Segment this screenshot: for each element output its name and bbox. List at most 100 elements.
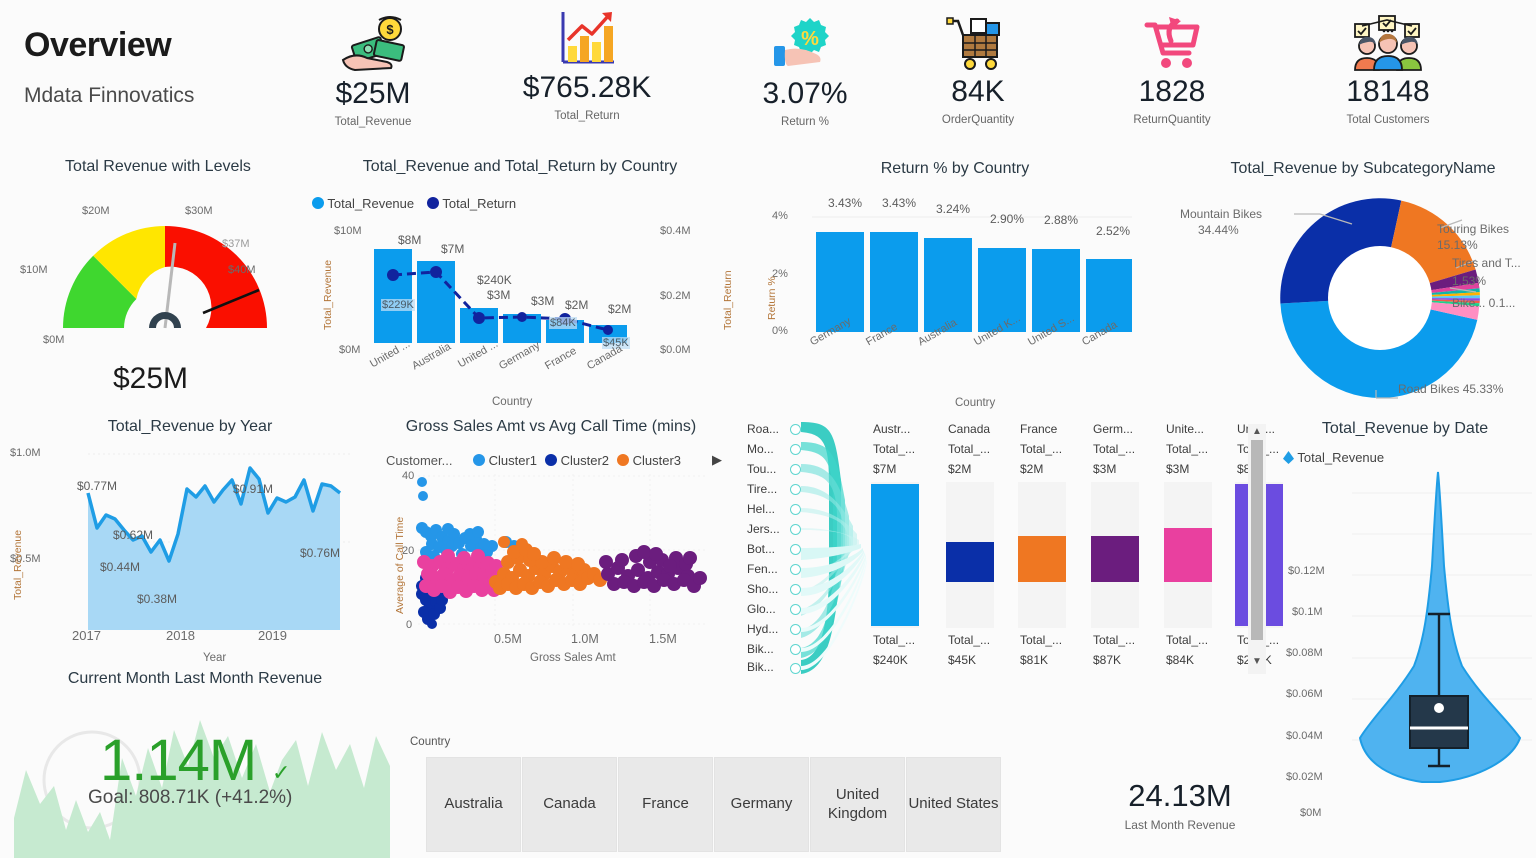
sankey-node-toggle-3[interactable] <box>790 484 801 495</box>
chevron-up-icon[interactable]: ▲ <box>1252 426 1262 437</box>
sankey-node-toggle-6[interactable] <box>790 544 801 555</box>
return-pct-x-axis-title: Country <box>955 397 996 409</box>
violin-legend[interactable]: Total_Revenue <box>1283 450 1384 465</box>
slicer-item-united-states[interactable]: United States <box>906 757 1001 852</box>
sankey-node-3[interactable]: Tire... <box>747 482 777 496</box>
area-label-0: $0.77M <box>77 479 118 493</box>
sankey-col-1-bar[interactable] <box>946 542 994 582</box>
violin-ytick-012: $0.12M <box>1288 565 1325 577</box>
sankey-col-3-bar[interactable] <box>1091 536 1139 582</box>
legend-label: Cluster3 <box>632 453 682 468</box>
sankey-col-3-bottom-value: $87K <box>1093 653 1122 667</box>
sankey-node-8[interactable]: Sho... <box>747 582 778 596</box>
slicer-label: Country <box>410 736 451 748</box>
kpi-card-return-pct[interactable]: % 3.07% Return % <box>730 14 880 128</box>
slicer-item-united-kingdom[interactable]: United Kingdom <box>810 757 905 852</box>
customers-icon <box>1313 12 1463 74</box>
month-kpi-goal: Goal: 808.71K (+41.2%) <box>88 787 293 808</box>
return-pct-label-3: 2.90% <box>990 212 1025 226</box>
sankey-node-10[interactable]: Hyd... <box>747 622 778 636</box>
scatter-xtick-10: 1.0M <box>571 632 599 646</box>
sankey-col-2-bar[interactable] <box>1018 536 1066 582</box>
sankey-node-7[interactable]: Fen... <box>747 562 778 576</box>
kpi-card-total-revenue[interactable]: $ $25M Total_Revenue <box>298 14 448 128</box>
slicer-item-australia[interactable]: Australia <box>426 757 521 852</box>
scatter-ytick-40: 40 <box>402 470 415 482</box>
combo-legend-revenue[interactable]: Total_Revenue <box>312 196 414 211</box>
donut-title: Total_Revenue by SubcategoryName <box>1230 160 1496 177</box>
area-label-2: $0.44M <box>100 560 141 574</box>
sankey-col-4-country: Unite... <box>1166 422 1205 436</box>
page-subtitle: Mdata Finnovatics <box>24 84 195 107</box>
sankey-node-4[interactable]: Hel... <box>747 502 775 516</box>
sankey-col-4-measure: Total_... <box>1166 442 1209 456</box>
sankey-node-toggle-11[interactable] <box>790 644 801 655</box>
sankey-visual[interactable]: Roa... Mo... Tou... Tire... Hel... Jers.… <box>745 420 1283 678</box>
sankey-col-4-bar[interactable] <box>1164 528 1212 582</box>
sankey-node-toggle-10[interactable] <box>790 624 801 635</box>
area-xtick-2019: 2019 <box>258 628 287 643</box>
kpi-label: Return % <box>781 115 829 128</box>
legend-diamond-icon <box>1283 451 1294 464</box>
sankey-node-toggle-2[interactable] <box>790 464 801 475</box>
svg-text:$: $ <box>386 22 394 37</box>
donut-label-mountain: Mountain Bikes <box>1180 207 1263 221</box>
donut-label-touring: Touring Bikes <box>1437 222 1510 236</box>
area-label-3: $0.38M <box>137 592 178 606</box>
chevron-down-icon[interactable]: ▼ <box>1252 656 1262 667</box>
scatter-legend-next-icon[interactable]: ▶ <box>712 452 722 468</box>
sankey-node-11[interactable]: Bik... <box>747 642 774 656</box>
return-pct-plot[interactable] <box>812 216 1132 332</box>
sankey-node-toggle-1[interactable] <box>790 444 801 455</box>
sankey-node-toggle-7[interactable] <box>790 564 801 575</box>
scatter-legend-cluster2[interactable]: Cluster2 <box>545 453 609 468</box>
area-chart-title: Total_Revenue by Year <box>107 418 273 435</box>
gauge-tick-20: $20M <box>82 205 110 217</box>
gauge-target-label: $37M <box>222 238 250 250</box>
slicer-item-germany[interactable]: Germany <box>714 757 809 852</box>
sankey-col-0-bar[interactable] <box>871 484 919 626</box>
sankey-node-2[interactable]: Tou... <box>747 462 776 476</box>
sankey-node-0[interactable]: Roa... <box>747 422 779 436</box>
slicer-item-france[interactable]: France <box>618 757 713 852</box>
sankey-col-3-top-value: $3M <box>1093 462 1117 476</box>
combo-legend-return[interactable]: Total_Return <box>427 196 516 211</box>
legend-label: Total_Return <box>442 196 517 211</box>
sankey-node-toggle-9[interactable] <box>790 604 801 615</box>
donut-pct-touring: 15.13% <box>1437 238 1478 252</box>
scatter-legend-cluster3[interactable]: Cluster3 <box>617 453 681 468</box>
scatter-title: Gross Sales Amt vs Avg Call Time (mins) <box>405 418 697 435</box>
sankey-node-1[interactable]: Mo... <box>747 442 774 456</box>
sankey-scrollbar-track[interactable]: ▲ ▼ <box>1248 424 1266 674</box>
kpi-value: $765.28K <box>522 71 652 104</box>
violin-plot[interactable] <box>1352 470 1532 800</box>
sankey-node-toggle-12[interactable] <box>790 663 801 674</box>
sankey-node-toggle-8[interactable] <box>790 584 801 595</box>
combo-y2-axis-title: Total_Return <box>722 270 734 330</box>
violin-ytick-008: $0.08M <box>1286 647 1323 659</box>
scatter-plot[interactable] <box>416 474 708 629</box>
kpi-card-order-quantity[interactable]: 84K OrderQuantity <box>903 12 1053 126</box>
sankey-node-5[interactable]: Jers... <box>747 522 780 536</box>
sankey-node-9[interactable]: Glo... <box>747 602 776 616</box>
kpi-value: 84K <box>951 75 1005 108</box>
sankey-node-6[interactable]: Bot... <box>747 542 775 556</box>
kpi-card-total-return[interactable]: $765.28K Total_Return <box>512 8 662 122</box>
sankey-node-toggle-5[interactable] <box>790 524 801 535</box>
slicer-item-canada[interactable]: Canada <box>522 757 617 852</box>
gauge-chart[interactable] <box>40 200 290 360</box>
scatter-legend-cluster1[interactable]: Cluster1 <box>473 453 537 468</box>
sankey-node-toggle-0[interactable] <box>790 424 801 435</box>
kpi-label: Total_Revenue <box>334 115 412 128</box>
combo-xtick-1: Australia <box>410 340 454 373</box>
violin-ytick-0: $0M <box>1300 807 1322 819</box>
scatter-x-axis-title: Gross Sales Amt <box>530 652 616 664</box>
sankey-scrollbar-thumb[interactable] <box>1251 440 1263 640</box>
sankey-col-1-measure: Total_... <box>948 442 991 456</box>
sankey-node-toggle-4[interactable] <box>790 504 801 515</box>
kpi-card-return-quantity[interactable]: 1828 ReturnQuantity <box>1097 12 1247 126</box>
sankey-node-12[interactable]: Bik... <box>747 660 774 674</box>
kpi-card-total-customers[interactable]: 18148 Total Customers <box>1313 12 1463 126</box>
area-y-axis-title: Total_Revenue <box>12 529 24 600</box>
sankey-col-4-bottom-measure: Total_... <box>1166 633 1209 647</box>
